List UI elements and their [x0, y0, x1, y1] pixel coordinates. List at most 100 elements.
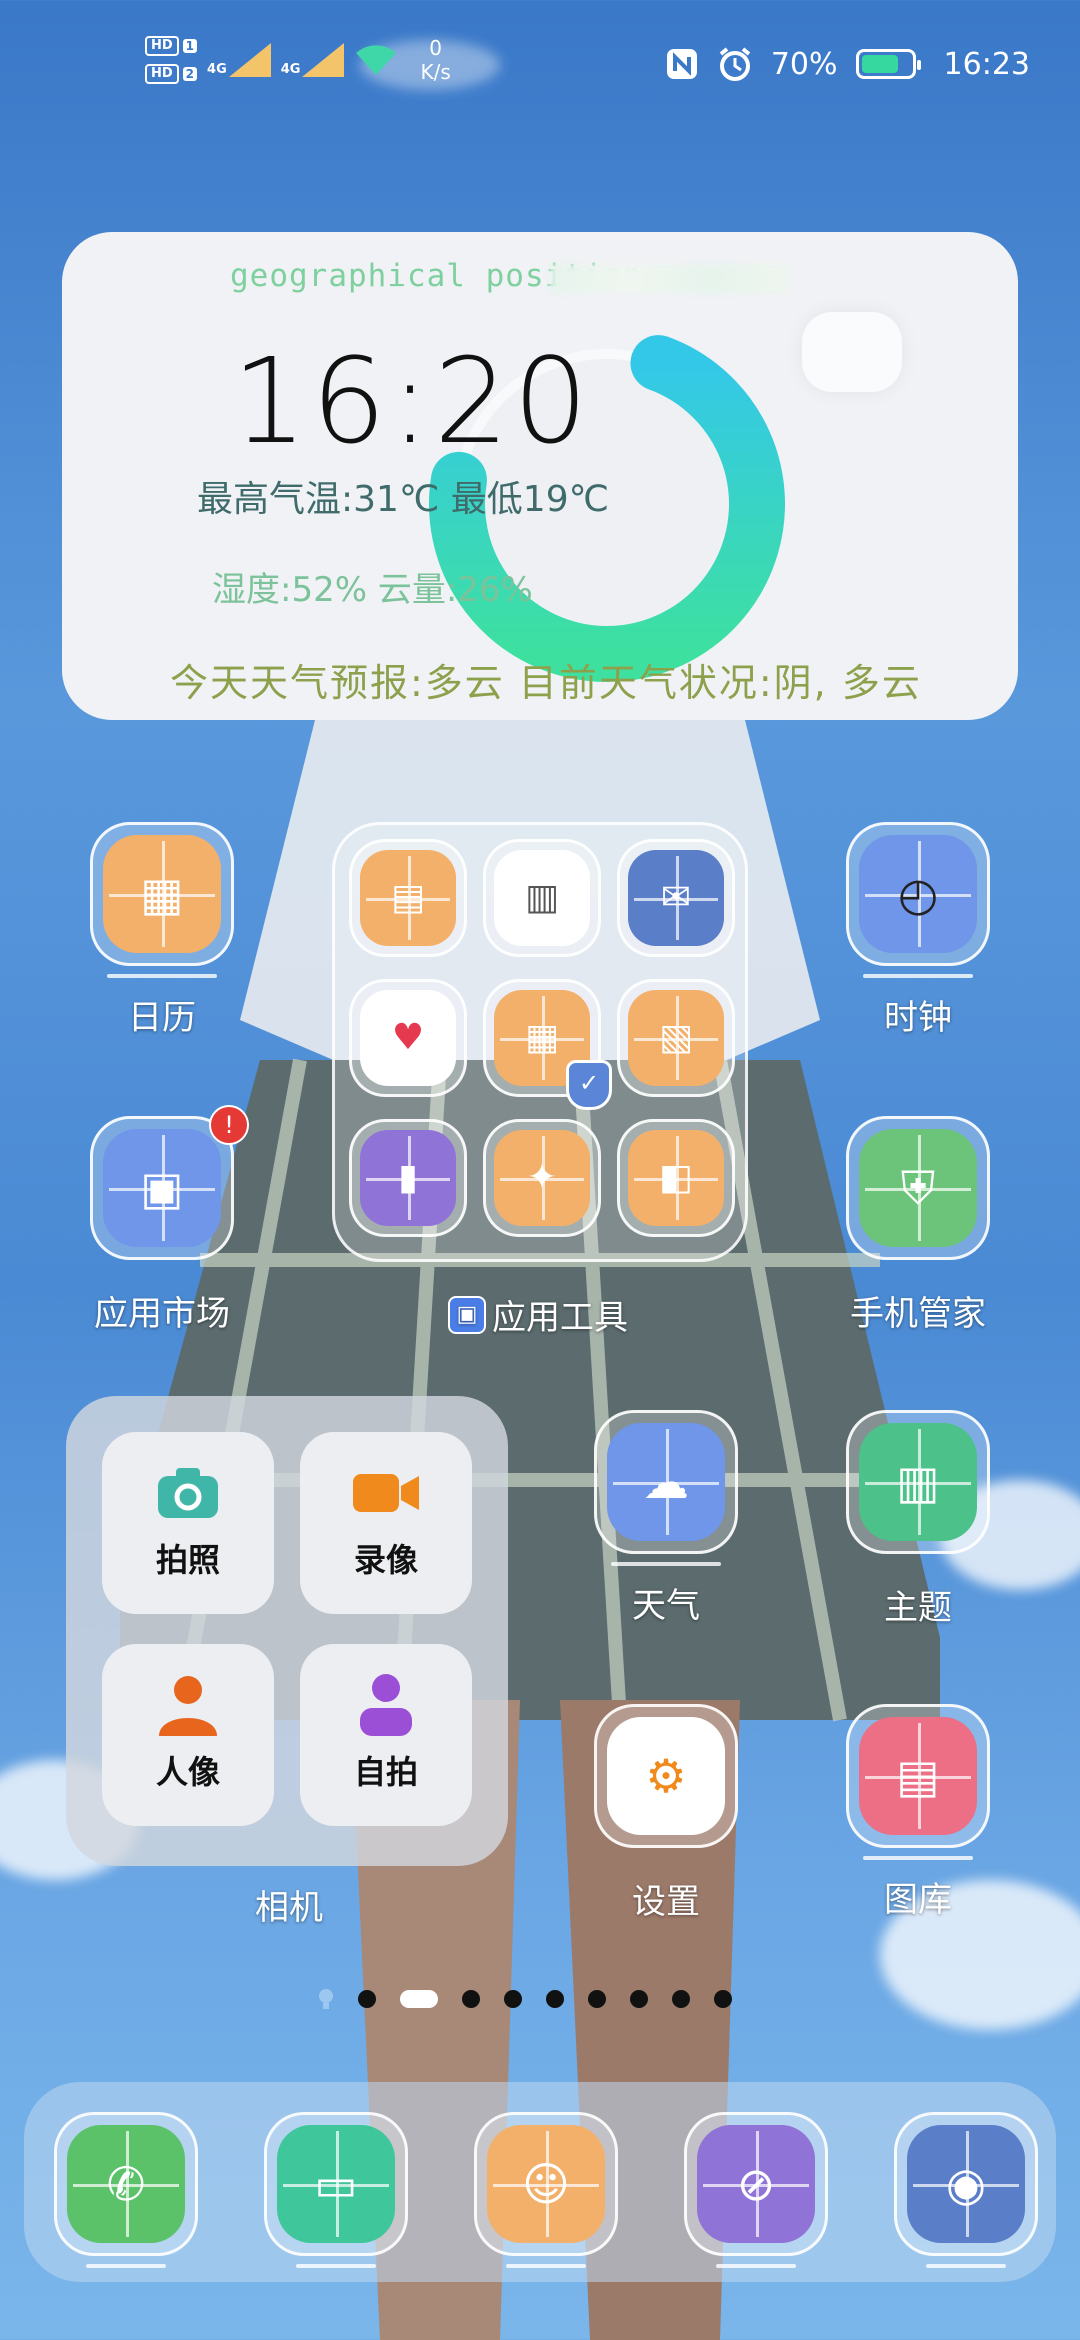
folder-label-text: 应用工具: [492, 1298, 628, 1338]
signal-icon-2: 4G: [281, 43, 345, 77]
folder-app[interactable]: ✉: [617, 839, 735, 957]
browser-icon: ⊘: [697, 2125, 815, 2243]
app-weather[interactable]: ☁ 天气: [586, 1410, 746, 1627]
app-label: 应用市场: [94, 1294, 230, 1334]
file-manager-icon: ▤: [360, 850, 456, 946]
battery-icon: [855, 49, 921, 79]
signal-icon-1: 4G: [207, 43, 271, 77]
dock-app-contacts[interactable]: ☺: [466, 2112, 626, 2268]
document-icon: ▧: [628, 990, 724, 1086]
folder-app[interactable]: ✦: [483, 1119, 601, 1237]
forecast-line: 今天天气预报:多云 目前天气状况:阴, 多云: [170, 661, 922, 705]
camera-video-button[interactable]: 录像: [300, 1432, 472, 1614]
compass-icon: ✦: [494, 1130, 590, 1226]
app-label: 手机管家: [850, 1294, 986, 1334]
messages-icon: ▭: [277, 2125, 395, 2243]
app-settings[interactable]: ⚙ 设置: [586, 1704, 746, 1923]
page-dot[interactable]: [672, 1990, 690, 2008]
page-dot[interactable]: [504, 1990, 522, 2008]
weather-widget[interactable]: geographical position 16:20 最高气温:31℃ 最低1…: [62, 232, 1018, 720]
health-icon: ♥: [360, 990, 456, 1086]
camera-photo-button[interactable]: 拍照: [102, 1432, 274, 1614]
camera-button-label: 人像: [155, 1753, 220, 1791]
page-dot[interactable]: [588, 1990, 606, 2008]
divider: [296, 2264, 376, 2268]
theme-icon: ▥: [859, 1423, 977, 1541]
page-indicator[interactable]: [318, 1988, 732, 2010]
app-label: 时钟: [884, 998, 952, 1038]
dock-app-browser[interactable]: ⊘: [676, 2112, 836, 2268]
shopping-bag-icon: ▣: [103, 1129, 221, 1247]
weather-icon: ☁: [607, 1423, 725, 1541]
divider: [86, 2264, 166, 2268]
camera-button-label: 录像: [353, 1541, 418, 1579]
contacts-icon: ☺: [487, 2125, 605, 2243]
shield-icon: ⛨: [859, 1129, 977, 1247]
divider: [926, 2264, 1006, 2268]
folder-app[interactable]: ▮: [349, 1119, 467, 1237]
divider: [506, 2264, 586, 2268]
app-appmarket[interactable]: ▣ ! 应用市场: [82, 1105, 249, 1335]
page-dot[interactable]: [630, 1990, 648, 2008]
app-themes[interactable]: ▥ 主题: [838, 1410, 998, 1629]
scanner-icon: ◧: [628, 1130, 724, 1226]
wifi-icon: [356, 45, 397, 75]
camera-widget-label: 相机: [255, 1888, 323, 1928]
app-label: 主题: [884, 1588, 952, 1628]
widget-time: 16:20: [232, 332, 593, 470]
email-icon: ✉: [628, 850, 724, 946]
folder-app[interactable]: ♥: [349, 979, 467, 1097]
humidity-line: 湿度:52% 云量:26%: [212, 570, 533, 610]
app-label: 天气: [632, 1586, 700, 1626]
camera-portrait-button[interactable]: 人像: [102, 1644, 274, 1826]
video-icon: [351, 1465, 421, 1521]
divider: [611, 1562, 721, 1566]
calendar-icon: ▦: [103, 835, 221, 953]
clock-icon: ◴: [859, 835, 977, 953]
divider: [863, 974, 973, 978]
divider: [716, 2264, 796, 2268]
divider: [863, 1856, 973, 1860]
dock-app-messages[interactable]: ▭: [256, 2112, 416, 2268]
bulb-icon: [319, 1989, 333, 2009]
camera-selfie-button[interactable]: 自拍: [300, 1644, 472, 1826]
network-speed: 0 K/s: [420, 36, 451, 84]
camera-button-label: 拍照: [155, 1541, 220, 1579]
app-clock[interactable]: ◴ 时钟: [838, 822, 998, 1039]
settings-icon: ⚙: [607, 1717, 725, 1835]
page-dot[interactable]: [546, 1990, 564, 2008]
portrait-icon: [153, 1676, 223, 1736]
divider: [107, 974, 217, 978]
folder-app[interactable]: ▧: [617, 979, 735, 1097]
camera-widget: 拍照 录像 人像 自拍: [66, 1396, 508, 1866]
dock-app-camera[interactable]: ◉: [886, 2112, 1046, 2268]
phone-icon: ✆: [67, 2125, 185, 2243]
app-folder[interactable]: ▤ ▥ ✉ ♥ ▦ ▧ ▮ ✦ ◧: [332, 822, 748, 1262]
camera-icon: [153, 1465, 223, 1521]
gallery-icon: ▤: [859, 1717, 977, 1835]
dock-app-phone[interactable]: ✆: [46, 2112, 206, 2268]
app-label: 日历: [128, 998, 196, 1038]
folder-label: ▣ 应用工具: [448, 1290, 628, 1339]
app-label: 设置: [632, 1882, 700, 1922]
alarm-icon: [719, 47, 751, 81]
folder-app[interactable]: ▤: [349, 839, 467, 957]
dock: ✆ ▭ ☺ ⊘ ◉: [24, 2082, 1056, 2282]
app-calendar[interactable]: ▦ 日历: [82, 822, 242, 1039]
app-phonemanager[interactable]: ⛨ 手机管家: [838, 1116, 998, 1335]
page-dot[interactable]: [358, 1990, 376, 2008]
battery-percent: 70%: [770, 46, 838, 82]
hd-badge-2: HD 2: [145, 64, 198, 84]
camera-icon: ◉: [907, 2125, 1025, 2243]
folder-app[interactable]: ▥: [483, 839, 601, 957]
app-label: 图库: [884, 1880, 952, 1920]
app-gallery[interactable]: ▤ 图库: [838, 1704, 998, 1921]
page-dot-active[interactable]: [400, 1990, 438, 2008]
page-dot[interactable]: [714, 1990, 732, 2008]
temperature-line: 最高气温:31℃ 最低19℃: [197, 479, 610, 520]
folder-app[interactable]: ◧: [617, 1119, 735, 1237]
page-dot[interactable]: [462, 1990, 480, 2008]
redacted-location: [550, 264, 790, 294]
shield-badge-icon: ✓: [566, 1060, 612, 1110]
folder-grid: ▤ ▥ ✉ ♥ ▦ ▧ ▮ ✦ ◧: [349, 839, 739, 1251]
